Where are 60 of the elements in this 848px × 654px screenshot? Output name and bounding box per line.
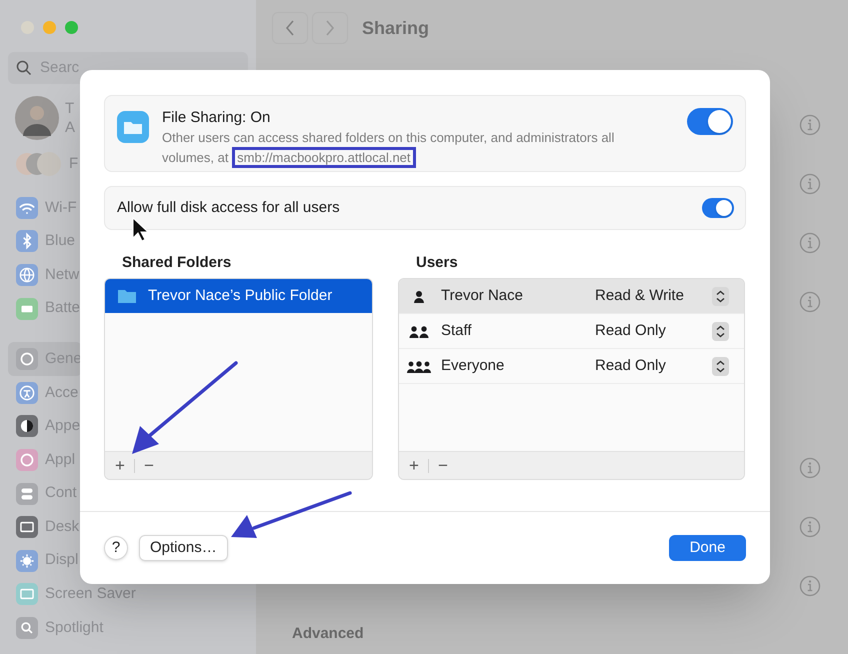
- avatar: [15, 96, 59, 140]
- info-icon[interactable]: [799, 232, 821, 254]
- dock-icon: [16, 516, 38, 538]
- folder-row[interactable]: Trevor Nace’s Public Folder: [105, 279, 372, 313]
- info-icon[interactable]: [799, 291, 821, 313]
- back-button[interactable]: [272, 12, 308, 44]
- stepper-icon[interactable]: [712, 286, 729, 306]
- permission-value: Read Only: [595, 356, 667, 376]
- folder-icon: [117, 288, 137, 304]
- disk-access-label: Allow full disk access for all users: [117, 198, 340, 218]
- toggle-switch[interactable]: [687, 108, 733, 135]
- globe-icon: [16, 264, 38, 286]
- help-button[interactable]: ?: [104, 536, 128, 560]
- info-icon[interactable]: [799, 575, 821, 597]
- add-button[interactable]: +: [113, 457, 127, 474]
- stepper-icon[interactable]: [712, 356, 729, 376]
- forward-button[interactable]: [312, 12, 348, 44]
- add-button[interactable]: +: [407, 457, 421, 474]
- toggle-switch[interactable]: [702, 198, 734, 218]
- family-avatars-icon: [15, 151, 63, 177]
- page-title: Sharing: [362, 16, 430, 40]
- info-icon[interactable]: [799, 516, 821, 538]
- wifi-icon: [16, 196, 38, 219]
- accessibility-icon: [16, 382, 38, 404]
- user-name: Trevor Nace: [441, 286, 524, 306]
- remove-button[interactable]: −: [142, 457, 156, 474]
- info-icon[interactable]: [799, 114, 821, 136]
- permission-value: Read Only: [595, 320, 667, 341]
- user-name: Staff: [441, 320, 473, 341]
- shared-folders-heading: Shared Folders: [121, 253, 232, 273]
- chevron-left-icon: [285, 20, 295, 36]
- appearance-icon: [16, 415, 38, 438]
- sun-icon: [16, 550, 38, 572]
- battery-icon: [16, 298, 38, 320]
- switches-icon: [16, 482, 38, 505]
- permission-value: Read & Write: [595, 286, 685, 306]
- user-row[interactable]: Staff Read Only: [399, 314, 744, 349]
- user-name: Everyone: [441, 356, 506, 376]
- search-icon: [16, 60, 32, 76]
- zoom-button[interactable]: [65, 21, 78, 34]
- bluetooth-icon: [16, 230, 38, 252]
- folder-icon: [117, 111, 149, 143]
- done-button[interactable]: Done: [669, 535, 746, 561]
- user-row[interactable]: Trevor Nace Read & Write: [399, 279, 744, 314]
- remove-button[interactable]: −: [436, 457, 450, 474]
- options-button[interactable]: Options…: [139, 535, 228, 561]
- info-icon[interactable]: [799, 173, 821, 195]
- stepper-icon[interactable]: [712, 322, 729, 340]
- user-row[interactable]: Everyone Read Only: [399, 349, 744, 384]
- file-sharing-description: Other users can access shared folders on this computer, and administrators all volumes, at smb://macbookpro.attlocal.net: [162, 128, 662, 168]
- section-heading: Advanced: [292, 624, 365, 644]
- magnifier-icon: [16, 616, 38, 639]
- file-sharing-title: File Sharing: On: [162, 108, 272, 128]
- screen-icon: [16, 583, 38, 606]
- crowd-icon: [405, 358, 433, 374]
- smb-address-link[interactable]: smb://macbookpro.attlocal.net: [232, 147, 416, 168]
- minimize-button[interactable]: [43, 21, 56, 34]
- users-heading: Users: [415, 253, 459, 273]
- info-icon[interactable]: [799, 457, 821, 479]
- chevron-right-icon: [325, 20, 335, 36]
